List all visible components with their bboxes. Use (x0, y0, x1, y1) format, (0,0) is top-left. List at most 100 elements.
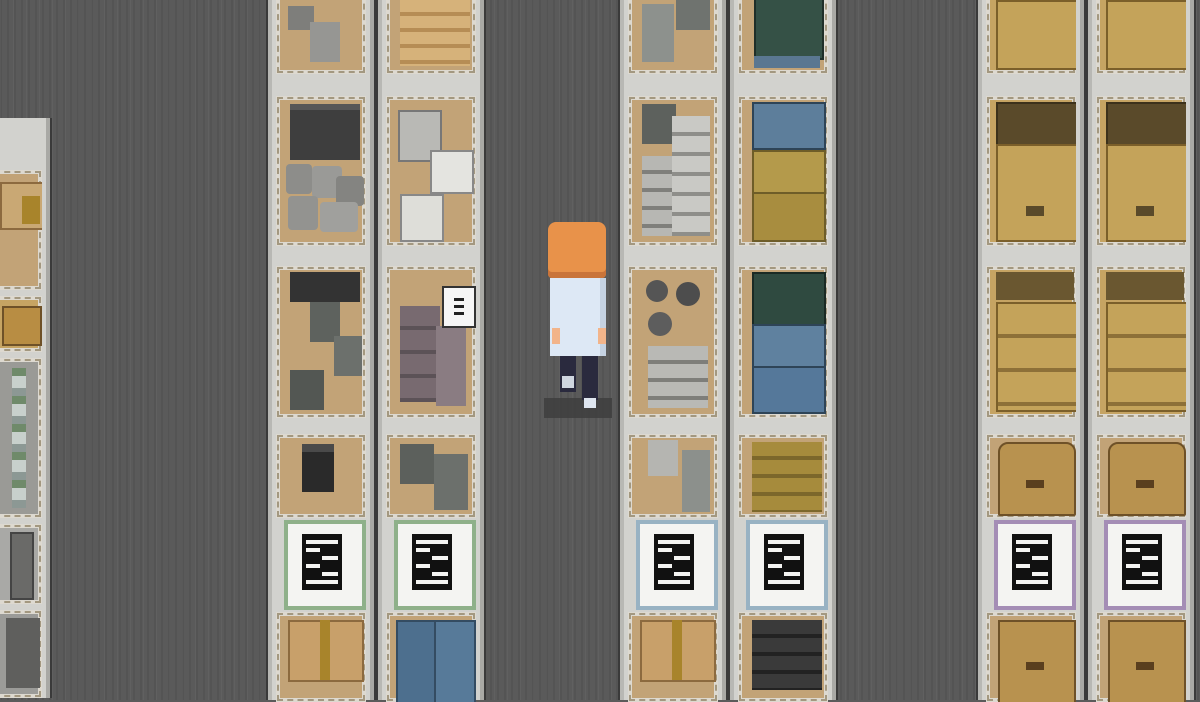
stone (676, 282, 700, 306)
shelf-slot[interactable] (0, 610, 42, 698)
shelf-slot[interactable] (386, 434, 476, 518)
shelf-slot[interactable] (986, 0, 1076, 74)
gas-cylinders (12, 368, 26, 508)
blue-case (752, 366, 826, 414)
dark-bin (302, 444, 334, 492)
grey-box (310, 22, 340, 62)
shelf-slot[interactable] (276, 434, 366, 518)
grey-bin (648, 440, 678, 476)
crate-handle (1026, 206, 1044, 216)
chest-handle (1026, 662, 1044, 670)
crate-handle (1136, 206, 1154, 216)
shelf-slot[interactable] (1096, 612, 1186, 702)
blue-case (752, 324, 826, 368)
shelf-slot[interactable] (628, 266, 718, 418)
wood-crate (996, 0, 1076, 70)
wood-chest (998, 442, 1076, 516)
shelf-slot[interactable] (386, 612, 476, 702)
shelf-slot[interactable] (986, 266, 1076, 418)
grey-bin (682, 450, 710, 512)
shelf-slot[interactable] (628, 434, 718, 518)
leg (582, 356, 598, 400)
hand (598, 328, 606, 344)
shelf-slot[interactable] (1096, 434, 1186, 518)
shelf-slot[interactable] (738, 434, 828, 518)
shelf-slot[interactable] (386, 0, 476, 74)
wood-crate (1106, 102, 1186, 146)
shelf-slot[interactable] (738, 266, 828, 418)
wood-crate (996, 102, 1076, 146)
teal-case (754, 0, 824, 60)
shelf-slot[interactable] (628, 0, 718, 74)
shelf-slot[interactable] (628, 612, 718, 702)
shelf-slot[interactable] (0, 358, 42, 518)
grey-stack (672, 116, 710, 236)
robot-box (430, 150, 474, 194)
stone (646, 280, 668, 302)
grey-stack (642, 156, 672, 236)
shelf-slot[interactable] (276, 96, 366, 246)
player-character[interactable] (540, 218, 620, 428)
storage-shelf (0, 118, 50, 698)
shelf-slot[interactable] (628, 96, 718, 246)
dark-bin (290, 272, 360, 302)
inventory-card[interactable] (1104, 520, 1186, 610)
shelf-slot[interactable] (1096, 0, 1186, 74)
wood-crate (996, 144, 1076, 242)
black-cases (752, 620, 822, 690)
inventory-card[interactable] (746, 520, 828, 610)
inventory-card[interactable] (636, 520, 718, 610)
storage-shelf (620, 0, 726, 702)
shelf-slot[interactable] (1096, 266, 1186, 418)
shelf-slot[interactable] (386, 96, 476, 246)
blue-case (754, 56, 820, 68)
gold-crate (2, 306, 42, 346)
wood-crate (1106, 0, 1186, 70)
wood-crate (1106, 144, 1186, 242)
wall-sign[interactable] (442, 286, 476, 328)
shelf-slot[interactable] (0, 296, 42, 352)
shelf-slot[interactable] (0, 170, 42, 290)
rock (288, 196, 318, 230)
shelf-slot[interactable] (738, 612, 828, 702)
shelf-slot[interactable] (738, 96, 828, 246)
storage-shelf (978, 0, 1084, 702)
shelf-slot[interactable] (986, 96, 1076, 246)
inventory-card[interactable] (284, 520, 366, 610)
grey-box (642, 104, 676, 144)
shelf-slot[interactable] (276, 0, 366, 74)
document-icon (1012, 534, 1052, 590)
shelf-slot[interactable] (0, 524, 42, 604)
shelf-slot[interactable] (986, 612, 1076, 702)
inventory-card[interactable] (994, 520, 1076, 610)
shelf-slot[interactable] (738, 0, 828, 74)
inventory-card[interactable] (394, 520, 476, 610)
tape-strip (320, 620, 330, 680)
wood-crates (1106, 302, 1186, 412)
shelf-slot[interactable] (276, 266, 366, 418)
grey-box (642, 4, 674, 62)
grey-box (676, 0, 710, 30)
wood-chest (1108, 620, 1186, 702)
storage-shelf (730, 0, 836, 702)
player-shadow (544, 398, 612, 418)
shelf-slot[interactable] (986, 434, 1076, 518)
hand (552, 328, 560, 344)
shelf-slot[interactable] (276, 612, 366, 702)
shelf-slot[interactable] (386, 266, 476, 418)
rock (286, 164, 312, 194)
dark-bin (334, 336, 362, 376)
chest-handle (1136, 662, 1154, 670)
wood-crate (996, 272, 1074, 300)
stone (648, 312, 672, 336)
grey-bin (434, 454, 468, 510)
storage-shelf (378, 0, 484, 702)
dark-case (290, 104, 360, 160)
document-icon (1122, 534, 1162, 590)
document-icon (412, 534, 452, 590)
teal-case (752, 272, 826, 326)
shelf-slot[interactable] (1096, 96, 1186, 246)
storage-shelf (1088, 0, 1194, 702)
olive-case (752, 192, 826, 242)
olive-chest (752, 442, 822, 512)
